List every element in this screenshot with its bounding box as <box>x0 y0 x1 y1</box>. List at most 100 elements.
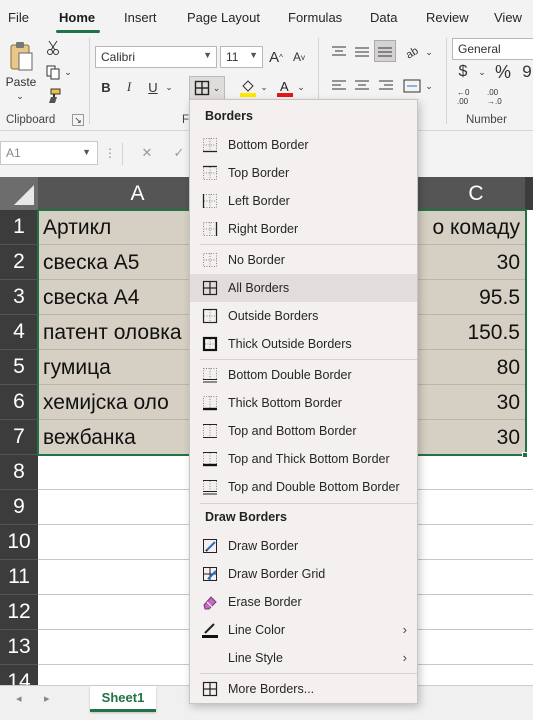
menu-item-draw-border-grid[interactable]: Draw Border Grid <box>190 560 417 588</box>
fill-handle[interactable] <box>522 452 528 458</box>
tab-view[interactable]: View <box>494 10 522 25</box>
cell-a1[interactable]: Артикл <box>38 210 190 245</box>
number-format-select[interactable]: General <box>452 38 533 60</box>
orientation-icon[interactable]: ab <box>402 42 422 60</box>
tab-data[interactable]: Data <box>370 10 397 25</box>
row-header[interactable]: 4 <box>0 315 38 350</box>
borders-button[interactable]: ⌄ <box>189 76 225 100</box>
bottom-align-icon[interactable] <box>374 40 396 62</box>
bold-button[interactable]: B <box>98 78 114 96</box>
row-header[interactable]: 12 <box>0 595 38 630</box>
cell-c3[interactable]: 95.5 <box>418 280 525 315</box>
top-align-icon[interactable] <box>330 44 348 60</box>
align-right-icon[interactable] <box>377 78 395 94</box>
italic-button[interactable]: I <box>121 78 137 96</box>
menu-item-no-border[interactable]: No Border <box>190 246 417 274</box>
select-all-button[interactable] <box>0 177 38 210</box>
name-box[interactable]: A1 ▼ <box>0 141 98 165</box>
menu-item-line-color[interactable]: Line Color › <box>190 616 417 644</box>
copy-icon[interactable] <box>45 64 61 80</box>
menu-item-erase-border[interactable]: Erase Border <box>190 588 417 616</box>
font-color-dropdown-icon[interactable]: ⌄ <box>296 80 306 94</box>
row-header[interactable]: 6 <box>0 385 38 420</box>
fill-color-dropdown-icon[interactable]: ⌄ <box>259 80 269 94</box>
menu-item-line-style[interactable]: Line Style › <box>190 644 417 672</box>
tab-home[interactable]: Home <box>59 10 95 25</box>
underline-dropdown-icon[interactable]: ⌄ <box>164 80 174 94</box>
prev-sheet-icon[interactable]: ◂ <box>16 692 22 705</box>
row-header[interactable]: 1 <box>0 210 38 245</box>
cell-c2[interactable]: 30 <box>418 245 525 280</box>
row-header[interactable]: 5 <box>0 350 38 385</box>
currency-dropdown-icon[interactable]: ⌄ <box>477 66 487 78</box>
cell-c4[interactable]: 150.5 <box>418 315 525 350</box>
cell-c7[interactable]: 30 <box>418 420 525 455</box>
underline-button[interactable]: U <box>145 78 161 96</box>
increase-font-size-button[interactable]: A ^ <box>267 46 285 68</box>
menu-item-top-bottom-border[interactable]: Top and Bottom Border <box>190 417 417 445</box>
row-header[interactable]: 2 <box>0 245 38 280</box>
tab-review[interactable]: Review <box>426 10 469 25</box>
align-left-icon[interactable] <box>330 78 348 94</box>
format-painter-icon[interactable] <box>45 88 61 104</box>
menu-item-left-border[interactable]: Left Border <box>190 187 417 215</box>
increase-decimal-icon[interactable]: ←0.00 <box>456 86 476 106</box>
column-header-d[interactable] <box>525 177 533 210</box>
menu-item-bottom-border[interactable]: Bottom Border <box>190 131 417 159</box>
paste-icon[interactable] <box>6 40 36 74</box>
font-size-select[interactable]: 11 ▼ <box>220 46 263 68</box>
decrease-decimal-icon[interactable]: .00 →.0 <box>486 86 506 106</box>
tab-formulas[interactable]: Formulas <box>288 10 342 25</box>
merge-center-icon[interactable] <box>402 76 422 96</box>
menu-item-all-borders[interactable]: All Borders <box>190 274 417 302</box>
font-name-select[interactable]: Calibri ▼ <box>95 46 217 68</box>
percent-button[interactable]: % <box>494 62 512 82</box>
merge-dropdown-icon[interactable]: ⌄ <box>424 80 434 92</box>
tab-insert[interactable]: Insert <box>124 10 157 25</box>
cell-c6[interactable]: 30 <box>418 385 525 420</box>
row-header[interactable]: 8 <box>0 455 38 490</box>
menu-item-bottom-double-border[interactable]: Bottom Double Border <box>190 361 417 389</box>
currency-button[interactable]: $ <box>456 62 470 82</box>
menu-item-outside-borders[interactable]: Outside Borders <box>190 302 417 330</box>
menu-item-top-thick-bottom-border[interactable]: Top and Thick Bottom Border <box>190 445 417 473</box>
sheet-tab-sheet1[interactable]: Sheet1 <box>90 686 156 712</box>
menu-item-thick-bottom-border[interactable]: Thick Bottom Border <box>190 389 417 417</box>
orientation-dropdown-icon[interactable]: ⌄ <box>424 46 434 58</box>
cancel-entry-button[interactable]: ✕ <box>138 143 156 163</box>
paste-button-label[interactable]: Paste <box>4 74 38 90</box>
middle-align-icon[interactable] <box>353 44 371 60</box>
row-header[interactable]: 3 <box>0 280 38 315</box>
tab-file[interactable]: File <box>8 10 29 25</box>
menu-item-top-double-bottom-border[interactable]: Top and Double Bottom Border <box>190 473 417 501</box>
font-color-button[interactable]: A <box>275 76 295 100</box>
paste-dropdown-icon[interactable]: ⌄ <box>12 90 28 102</box>
clipboard-launcher-icon[interactable]: ↘ <box>72 114 84 126</box>
row-header[interactable]: 13 <box>0 630 38 665</box>
cell-a2[interactable]: свеска А5 <box>38 245 190 280</box>
menu-item-more-borders[interactable]: More Borders... <box>190 675 417 703</box>
enter-entry-button[interactable]: ✓ <box>170 143 188 163</box>
tab-page-layout[interactable]: Page Layout <box>187 10 260 25</box>
row-header[interactable]: 14 <box>0 665 38 685</box>
row-header[interactable]: 9 <box>0 490 38 525</box>
row-header[interactable]: 11 <box>0 560 38 595</box>
menu-item-right-border[interactable]: Right Border <box>190 215 417 243</box>
row-header[interactable]: 10 <box>0 525 38 560</box>
next-sheet-icon[interactable]: ▸ <box>44 692 50 705</box>
menu-item-draw-border[interactable]: Draw Border <box>190 532 417 560</box>
cell-c1[interactable]: о комаду <box>418 210 525 245</box>
decrease-font-size-button[interactable]: Av <box>290 46 308 68</box>
cell-a7[interactable]: вежбанка <box>38 420 190 455</box>
cell-a3[interactable]: свеска А4 <box>38 280 190 315</box>
copy-dropdown-icon[interactable]: ⌄ <box>63 65 73 79</box>
row-header[interactable]: 7 <box>0 420 38 455</box>
cut-icon[interactable] <box>45 40 61 56</box>
align-center-icon[interactable] <box>353 78 371 94</box>
comma-style-button[interactable]: 9 <box>520 62 533 82</box>
menu-item-thick-outside-borders[interactable]: Thick Outside Borders <box>190 330 417 358</box>
cell-a5[interactable]: гумица <box>38 350 190 385</box>
menu-item-top-border[interactable]: Top Border <box>190 159 417 187</box>
cell-a6[interactable]: хемијска оло <box>38 385 190 420</box>
cell-c5[interactable]: 80 <box>418 350 525 385</box>
